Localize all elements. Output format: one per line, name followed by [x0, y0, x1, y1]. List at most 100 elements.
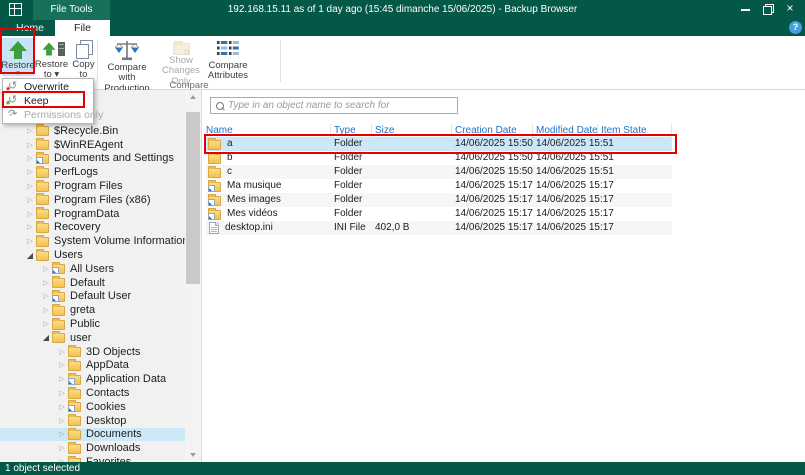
compare-attributes-button[interactable]: Compare Attributes: [206, 38, 250, 80]
tree-item-application-data[interactable]: ▷Application Data: [0, 372, 185, 386]
expand-arrow-icon[interactable]: ▷: [56, 430, 68, 438]
context-tab-file-tools: File Tools: [33, 0, 110, 20]
tree-item-system-volume-information[interactable]: ▷System Volume Information: [0, 234, 185, 248]
tree-item-label: Recovery: [54, 221, 100, 233]
tree-item-user[interactable]: ◢user: [0, 331, 185, 345]
expand-arrow-icon[interactable]: ▷: [56, 348, 68, 356]
expand-arrow-icon[interactable]: ▷: [24, 182, 36, 190]
tree-item-program-files[interactable]: ▷Program Files: [0, 179, 185, 193]
list-row-mes-vid-os[interactable]: Mes vidéosFolder14/06/2025 15:1714/06/20…: [206, 207, 672, 221]
list-row-mes-images[interactable]: Mes imagesFolder14/06/2025 15:1714/06/20…: [206, 193, 672, 207]
expand-arrow-icon[interactable]: ▷: [24, 154, 36, 162]
tab-file[interactable]: File: [55, 20, 110, 36]
expand-arrow-icon[interactable]: ▷: [56, 403, 68, 411]
expand-arrow-icon[interactable]: ▷: [56, 417, 68, 425]
column-header-size[interactable]: Size: [372, 124, 452, 137]
restore-button[interactable]: Restore ▾: [2, 38, 34, 76]
help-button[interactable]: ?: [789, 21, 802, 34]
tree-item-desktop[interactable]: ▷Desktop: [0, 414, 185, 428]
menu-item-keep[interactable]: ↺*Keep: [3, 94, 93, 108]
tree-item-default[interactable]: ▷Default: [0, 276, 185, 290]
column-header-creation-date[interactable]: Creation Date: [452, 124, 533, 137]
search-input[interactable]: [228, 100, 457, 111]
cell-creation-date: 14/06/2025 15:50: [452, 151, 533, 165]
list-row-b[interactable]: bFolder14/06/2025 15:5014/06/2025 15:51: [206, 151, 672, 165]
menu-item-overwrite[interactable]: ↺*Overwrite: [3, 80, 93, 94]
expand-arrow-icon[interactable]: ▷: [40, 292, 52, 300]
tree-item-contacts[interactable]: ▷Contacts: [0, 386, 185, 400]
column-header-modified-date[interactable]: Modified Date: [533, 124, 598, 137]
list-row-desktop-ini[interactable]: desktop.iniINI File402,0 B14/06/2025 15:…: [206, 221, 672, 235]
column-header-type[interactable]: Type: [331, 124, 372, 137]
tree-item-greta[interactable]: ▷greta: [0, 303, 185, 317]
expand-arrow-icon[interactable]: ▷: [56, 361, 68, 369]
sun-icon: ☼: [182, 47, 191, 57]
expand-arrow-icon[interactable]: ▷: [24, 223, 36, 231]
tree-item-documents[interactable]: ▷Documents: [0, 428, 185, 442]
list-row-c[interactable]: cFolder14/06/2025 15:5014/06/2025 15:51: [206, 165, 672, 179]
tree-item--winreagent[interactable]: ▷$WinREAgent: [0, 138, 185, 152]
close-button[interactable]: ×: [779, 0, 801, 18]
cell-name: Ma musique: [206, 179, 331, 193]
folder-icon: [36, 223, 49, 233]
list-row-ma-musique[interactable]: Ma musiqueFolder14/06/2025 15:1714/06/20…: [206, 179, 672, 193]
expand-arrow-icon[interactable]: ▷: [24, 210, 36, 218]
tree-item-cookies[interactable]: ▷Cookies: [0, 400, 185, 414]
shortcut-folder-icon: [208, 210, 221, 220]
tree-item-3d-objects[interactable]: ▷3D Objects: [0, 345, 185, 359]
column-header-name[interactable]: Name: [206, 124, 331, 137]
collapse-arrow-icon[interactable]: ◢: [24, 251, 36, 260]
expand-arrow-icon[interactable]: ▷: [24, 237, 36, 245]
expand-arrow-icon[interactable]: ▷: [40, 306, 52, 314]
folder-icon: [68, 347, 81, 357]
tree-item-downloads[interactable]: ▷Downloads: [0, 441, 185, 455]
tree-item-perflogs[interactable]: ▷PerfLogs: [0, 165, 185, 179]
scrollbar-thumb[interactable]: [186, 112, 200, 284]
copy-to-button[interactable]: Copy to: [69, 38, 98, 80]
tree-item-program-files-x86-[interactable]: ▷Program Files (x86): [0, 193, 185, 207]
expand-arrow-icon[interactable]: ▷: [56, 375, 68, 383]
folder-icon: [52, 278, 65, 288]
cell-type: Folder: [331, 137, 372, 151]
tree-item--recycle-bin[interactable]: ▷$Recycle.Bin: [0, 124, 185, 138]
tree-scrollbar[interactable]: [185, 90, 201, 462]
file-name-label: Mes images: [227, 193, 281, 207]
tree-item-programdata[interactable]: ▷ProgramData: [0, 207, 185, 221]
cell-modified-date: 14/06/2025 15:51: [533, 151, 598, 165]
cell-creation-date: 14/06/2025 15:17: [452, 207, 533, 221]
tree-item-favorites[interactable]: ▷Favorites: [0, 455, 185, 462]
search-box[interactable]: [210, 97, 458, 114]
column-header-item-state[interactable]: Item State: [598, 124, 672, 137]
tree-item-default-user[interactable]: ▷ Default User: [0, 290, 185, 304]
expand-arrow-icon[interactable]: ▷: [24, 196, 36, 204]
expand-arrow-icon[interactable]: ▷: [56, 444, 68, 452]
tree-item-documents-and-settings[interactable]: ▷Documents and Settings: [0, 152, 185, 166]
expand-arrow-icon[interactable]: ▷: [24, 168, 36, 176]
tree-item-label: Default User: [70, 290, 131, 302]
tab-home[interactable]: Home: [8, 20, 52, 36]
scroll-up-arrow-icon[interactable]: [185, 90, 201, 104]
collapse-arrow-icon[interactable]: ◢: [40, 333, 52, 342]
expand-arrow-icon[interactable]: ▷: [40, 279, 52, 287]
menu-item-permissions-only[interactable]: ↷✓Permissions only: [3, 108, 93, 122]
tree-item-public[interactable]: ▷Public: [0, 317, 185, 331]
expand-arrow-icon[interactable]: ▷: [40, 320, 52, 328]
tree-item-label: All Users: [70, 263, 114, 275]
list-row-a[interactable]: aFolder14/06/2025 15:5014/06/2025 15:51: [206, 137, 672, 151]
restore-window-button[interactable]: [757, 0, 779, 18]
show-changes-only-button[interactable]: ☼ Show Changes Only: [158, 38, 204, 80]
expand-arrow-icon[interactable]: ▷: [24, 141, 36, 149]
tree-item-recovery[interactable]: ▷ Recovery: [0, 221, 185, 235]
minimize-button[interactable]: [735, 0, 757, 18]
tree-item-appdata[interactable]: ▷AppData: [0, 359, 185, 373]
expand-arrow-icon[interactable]: ▷: [24, 127, 36, 135]
compare-with-production-button[interactable]: Compare with Production: [98, 38, 156, 80]
scroll-down-arrow-icon[interactable]: [185, 448, 201, 462]
cell-name: c: [206, 165, 331, 179]
folder-icon: [68, 416, 81, 426]
tree-item-users[interactable]: ◢Users: [0, 248, 185, 262]
restore-to-button[interactable]: Restore to ▾: [36, 38, 67, 80]
tree-item-all-users[interactable]: ▷ All Users: [0, 262, 185, 276]
expand-arrow-icon[interactable]: ▷: [56, 389, 68, 397]
expand-arrow-icon[interactable]: ▷: [40, 265, 52, 273]
